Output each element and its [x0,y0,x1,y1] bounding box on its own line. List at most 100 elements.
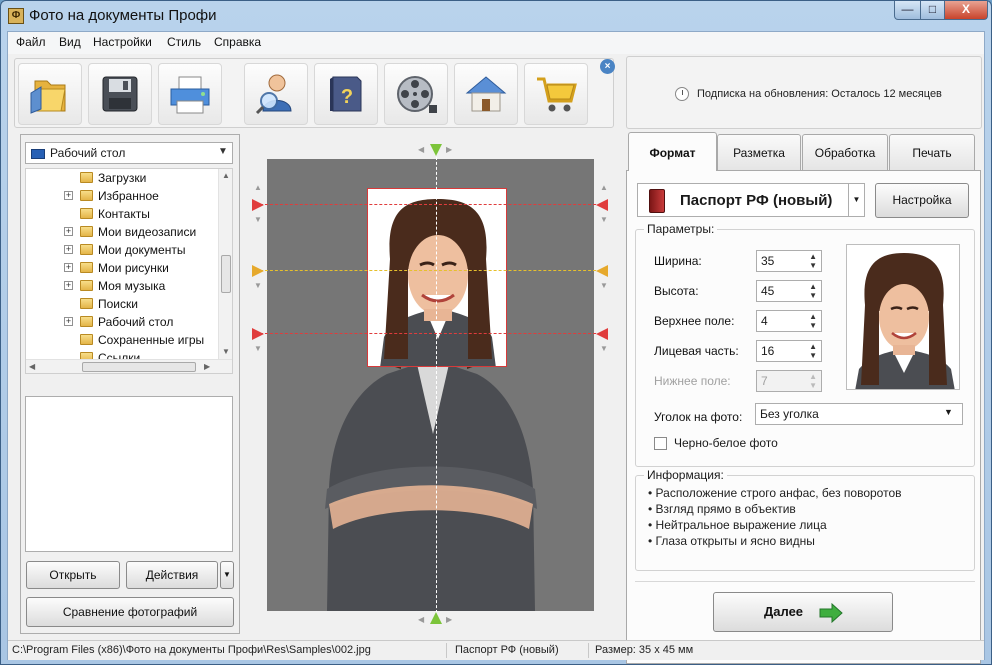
expand-icon[interactable]: + [64,245,73,254]
param-spinbox[interactable]: 35 ▲ ▼ [756,250,822,272]
head-top-guide[interactable] [255,204,606,205]
center-bottom-handle[interactable] [430,612,442,624]
tree-item[interactable]: Поиски [26,295,218,313]
maximize-button[interactable]: □ [920,1,945,20]
vertical-center-guide[interactable] [436,147,437,623]
chin-guide[interactable] [255,333,606,334]
menu-view[interactable]: Вид [59,35,81,49]
scroll-up-icon[interactable]: ▲ [222,171,230,180]
tree-item[interactable]: + Рабочий стол [26,313,218,331]
scroll-right-icon[interactable]: ▶ [204,362,210,371]
title-bar[interactable]: Ф Фото на документы Профи — □ X [1,1,991,31]
tree-vertical-scroll-thumb[interactable] [221,255,231,293]
tab-processing[interactable]: Обработка [802,134,888,170]
move-down-icon[interactable]: ▼ [600,216,608,224]
move-right-icon[interactable]: ▶ [446,616,452,624]
open-folder-button[interactable] [18,63,82,125]
move-down-icon[interactable]: ▼ [254,216,262,224]
document-format-select[interactable]: Паспорт РФ (новый) [637,183,849,217]
param-spinbox[interactable]: 16 ▲ ▼ [756,340,822,362]
center-top-handle[interactable] [430,144,442,156]
tree-item-label: Поиски [98,297,138,311]
actions-dropdown-button[interactable]: ▼ [220,561,234,589]
head-top-right-handle[interactable] [596,199,608,211]
expand-icon[interactable]: + [64,191,73,200]
actions-button[interactable]: Действия [126,561,218,589]
next-button[interactable]: Далее [713,592,893,632]
eyes-guide[interactable] [255,270,606,271]
minimize-button[interactable]: — [894,1,921,20]
spin-arrows-icon[interactable]: ▲ ▼ [809,312,817,330]
status-file-path: C:\Program Files (x86)\Фото на документы… [12,644,371,656]
tab-format[interactable]: Формат [628,132,717,171]
expand-icon[interactable]: + [64,227,73,236]
spin-arrows-icon[interactable]: ▲ ▼ [809,252,817,270]
spin-arrows-icon[interactable]: ▲ ▼ [809,282,817,300]
tree-item[interactable]: + Моя музыка [26,277,218,295]
param-value: 35 [761,254,775,268]
photo-canvas[interactable] [255,147,606,623]
close-button[interactable]: X [944,1,988,20]
black-white-checkbox[interactable] [654,437,667,450]
toolbar-close-icon[interactable]: × [600,59,615,74]
arrow-right-icon [819,603,843,623]
tree-item[interactable]: + Избранное [26,187,218,205]
tree-item-label: Рабочий стол [98,315,174,329]
shop-button[interactable] [524,63,588,125]
tab-layout[interactable]: Разметка [717,134,801,170]
move-left-icon[interactable]: ◀ [418,146,424,154]
tree-vertical-scrollbar[interactable]: ▲ ▼ [218,169,232,359]
document-format-dropdown[interactable]: ▼ [849,183,865,217]
move-down-icon[interactable]: ▼ [254,345,262,353]
move-up-icon[interactable]: ▲ [600,184,608,192]
compare-photos-button[interactable]: Сравнение фотографий [26,597,234,627]
move-down-icon[interactable]: ▼ [600,345,608,353]
info-item-text: Расположение строго анфас, без поворотов [655,486,902,500]
tree-item[interactable]: + Мои видеозаписи [26,223,218,241]
expand-icon[interactable]: + [64,317,73,326]
param-spinbox[interactable]: 45 ▲ ▼ [756,280,822,302]
save-button[interactable] [88,63,152,125]
chin-left-handle[interactable] [252,328,264,340]
open-button[interactable]: Открыть [26,561,120,589]
video-button[interactable] [384,63,448,125]
eyes-right-handle[interactable] [596,265,608,277]
move-down-icon[interactable]: ▼ [254,282,262,290]
expand-icon[interactable]: + [64,281,73,290]
scroll-left-icon[interactable]: ◀ [29,362,35,371]
move-up-icon[interactable]: ▲ [254,184,262,192]
help-button[interactable]: ? [314,63,378,125]
tab-print[interactable]: Печать [889,134,975,170]
menu-settings[interactable]: Настройки [93,35,152,49]
menu-style[interactable]: Стиль [167,35,201,49]
tree-item[interactable]: + Мои рисунки [26,259,218,277]
scroll-down-icon[interactable]: ▼ [222,347,230,356]
move-right-icon[interactable]: ▶ [446,146,452,154]
tree-item[interactable]: Контакты [26,205,218,223]
crop-frame[interactable] [367,188,507,367]
folder-tree[interactable]: Загрузки + Избранное Контакты + Мои видеозапи… [25,168,233,374]
menu-file[interactable]: Файл [16,35,46,49]
folder-select[interactable]: Рабочий стол ▼ [25,142,233,164]
print-button[interactable] [158,63,222,125]
expand-icon[interactable]: + [64,263,73,272]
face-template-preview [846,244,960,390]
tree-item[interactable]: Загрузки [26,169,218,187]
tree-item[interactable]: + Мои документы [26,241,218,259]
tree-horizontal-scrollbar[interactable]: ◀ ▶ [26,359,232,373]
corner-select[interactable]: Без уголка ▼ [755,403,963,425]
head-top-left-handle[interactable] [252,199,264,211]
eyes-left-handle[interactable] [252,265,264,277]
tree-item[interactable]: Сохраненные игры [26,331,218,349]
contacts-search-button[interactable] [244,63,308,125]
black-white-label[interactable]: Черно-белое фото [674,436,778,450]
spin-arrows-icon[interactable]: ▲ ▼ [809,342,817,360]
format-settings-button[interactable]: Настройка [875,183,969,218]
tree-horizontal-scroll-thumb[interactable] [82,362,196,372]
move-down-icon[interactable]: ▼ [600,282,608,290]
param-spinbox[interactable]: 4 ▲ ▼ [756,310,822,332]
move-left-icon[interactable]: ◀ [418,616,424,624]
menu-help[interactable]: Справка [214,35,261,49]
chin-right-handle[interactable] [596,328,608,340]
home-button[interactable] [454,63,518,125]
